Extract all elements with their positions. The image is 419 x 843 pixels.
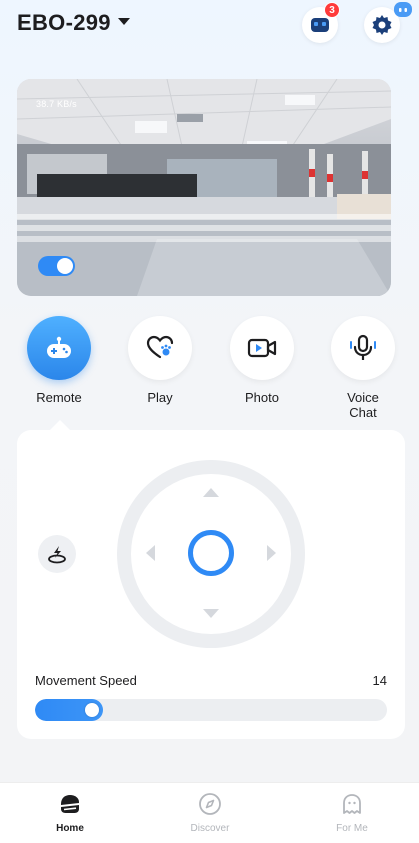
arrow-left-icon: [146, 545, 155, 561]
play-circle[interactable]: [128, 316, 192, 380]
feature-label: Play: [147, 390, 173, 405]
camera-video-feed[interactable]: 38.7 KB/s: [17, 79, 391, 296]
chevron-down-icon[interactable]: [118, 18, 130, 25]
data-rate-readout: 38.7 KB/s: [36, 99, 77, 109]
feature-label: Voice Chat: [347, 390, 379, 420]
remote-circle[interactable]: [27, 316, 91, 380]
bottom-nav: Home Discover For Me: [0, 782, 419, 843]
notification-badge: 3: [324, 2, 340, 18]
header: EBO-299 3: [0, 0, 419, 60]
nav-home-label: Home: [56, 823, 84, 834]
photo-button[interactable]: Photo: [230, 316, 294, 405]
movement-speed-value: 14: [372, 673, 387, 688]
device-name[interactable]: EBO-299: [17, 10, 111, 36]
nav-discover-label: Discover: [190, 823, 230, 834]
arrow-down-icon: [203, 609, 219, 618]
nav-discover[interactable]: Discover: [170, 791, 250, 834]
voice-chat-button[interactable]: Voice Chat: [331, 316, 395, 420]
photo-circle[interactable]: [230, 316, 294, 380]
voice-chat-circle[interactable]: [331, 316, 395, 380]
feature-label: Remote: [36, 390, 82, 405]
arrow-up-icon: [203, 488, 219, 497]
robot-icon: [311, 18, 329, 32]
gear-icon: [372, 15, 392, 35]
microphone-icon: [350, 334, 376, 360]
home-robot-icon: [61, 795, 79, 813]
nav-home[interactable]: Home: [30, 791, 110, 834]
compass-icon: [199, 793, 221, 815]
feature-label: Photo: [245, 390, 279, 405]
toggle-knob: [57, 258, 73, 274]
nav-forme-label: For Me: [336, 823, 368, 834]
play-button[interactable]: Play: [128, 316, 192, 405]
arrow-right-icon: [267, 545, 276, 561]
nav-forme[interactable]: For Me: [312, 791, 392, 834]
active-tab-pointer: [50, 420, 70, 430]
ghost-profile-icon: [343, 794, 361, 814]
chat-bubble-icon[interactable]: [394, 2, 412, 17]
video-toggle[interactable]: [38, 256, 75, 276]
recenter-button[interactable]: [38, 535, 76, 573]
movement-speed-label: Movement Speed: [35, 673, 137, 688]
heart-paw-icon: [146, 335, 174, 359]
speed-slider-thumb[interactable]: [85, 703, 99, 717]
video-camera-icon: [247, 338, 277, 358]
remote-button[interactable]: Remote: [27, 316, 91, 405]
gamepad-icon: [47, 336, 71, 358]
joystick-knob[interactable]: [188, 530, 234, 576]
recenter-icon: [48, 546, 66, 564]
